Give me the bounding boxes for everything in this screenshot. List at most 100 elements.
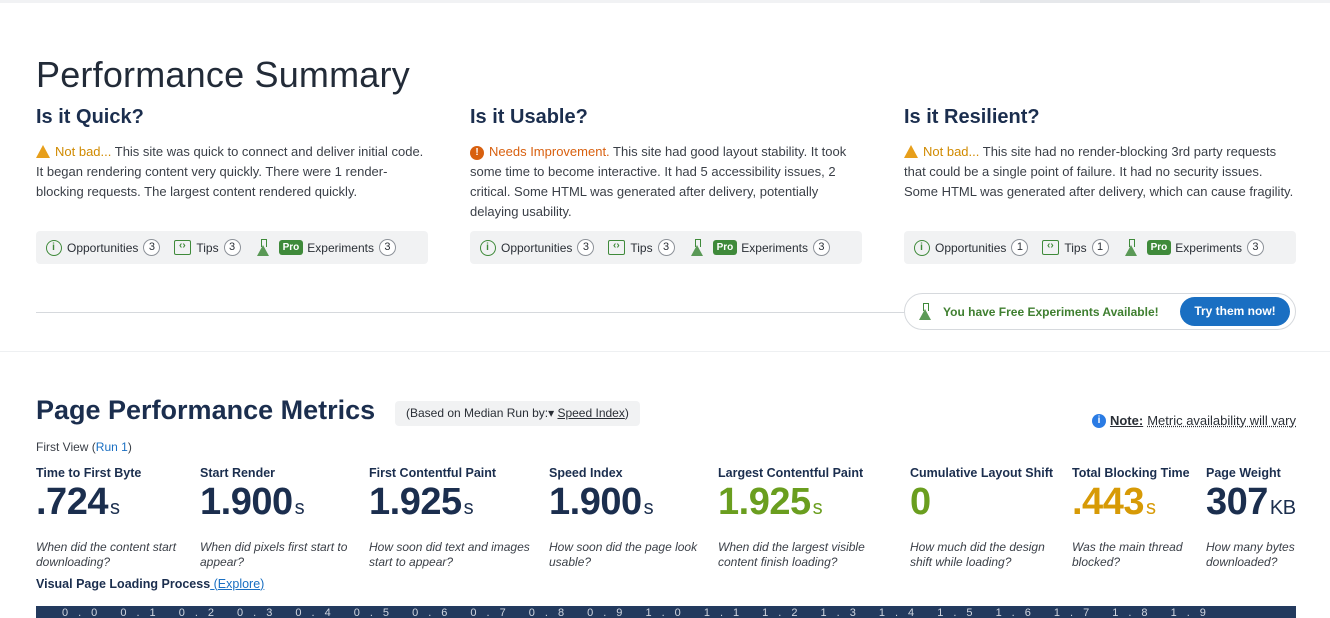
metric-unit: s <box>643 497 654 519</box>
metric-unit: s <box>812 497 823 519</box>
opportunities-button[interactable]: Opportunities 3 <box>480 239 595 256</box>
note-text[interactable]: Metric availability will vary <box>1147 413 1296 428</box>
metric-cls: Cumulative Layout Shift 0 How much did t… <box>910 466 1060 570</box>
metric-number: .724 <box>36 481 108 523</box>
tips-count: 3 <box>223 239 241 256</box>
metric-question: How many bytes downloaded? <box>1206 540 1295 569</box>
metric-value: 1.925 s <box>369 482 534 528</box>
visual-loading-title: Visual Page Loading Process (Explore) <box>36 577 264 591</box>
first-view-close: ) <box>127 440 132 454</box>
opportunities-button[interactable]: Opportunities 1 <box>914 239 1029 256</box>
visual-title-text: Visual Page Loading Process <box>36 577 211 591</box>
metric-label: Page Weight <box>1206 466 1281 480</box>
flask-icon <box>917 302 933 321</box>
metric-start-render: Start Render 1.900 s When did pixels firs… <box>200 466 355 570</box>
status-label: Not bad... <box>923 144 980 159</box>
metric-number: 1.900 <box>200 481 293 523</box>
page-title: Performance Summary <box>36 54 410 95</box>
warning-triangle-icon <box>904 145 918 158</box>
column-description: Not bad... This site was quick to connec… <box>36 142 428 228</box>
summary-column-resilient: Is it Resilient? Not bad... This site ha… <box>904 106 1296 264</box>
column-heading: Is it Resilient? <box>904 106 1040 128</box>
metric-value: 0 <box>910 482 1060 528</box>
metric-unit: s <box>109 497 120 519</box>
metric-question: Was the main thread blocked? <box>1072 540 1183 569</box>
filmstrip-timeline[interactable]: 0.0 0.1 0.2 0.3 0.4 0.5 0.6 0.7 0.8 0.9 … <box>36 606 1296 618</box>
pro-badge: Pro <box>278 240 304 255</box>
experiments-count: 3 <box>1246 239 1264 256</box>
warning-triangle-icon <box>36 145 50 158</box>
explore-close: ) <box>260 577 265 591</box>
metric-fcp: First Contentful Paint 1.925 s How soon d… <box>369 466 534 570</box>
top-border <box>0 0 1330 3</box>
summary-column-quick: Is it Quick? Not bad... This site was qu… <box>36 106 428 264</box>
metric-number: 1.925 <box>718 481 811 523</box>
flask-icon <box>1123 238 1139 257</box>
explore-open: ( <box>210 577 218 591</box>
experiments-label: Experiments <box>1175 240 1242 255</box>
metric-number: 307 <box>1206 481 1268 523</box>
top-tab-indicator <box>980 0 1200 3</box>
pro-badge: Pro <box>1146 240 1172 255</box>
metric-speed-index: Speed Index 1.900 s How soon did the page… <box>549 466 704 570</box>
metric-question: When did pixels first start to appear? <box>200 540 348 569</box>
status-label: Needs Improvement. <box>489 144 610 159</box>
flask-icon <box>255 238 271 257</box>
metric-tbt: Total Blocking Time .443 s Was the main t… <box>1072 466 1197 570</box>
metric-lcp: Largest Contentful Paint 1.925 s When did… <box>718 466 883 570</box>
info-icon: i <box>1091 413 1106 428</box>
flask-icon <box>689 238 705 257</box>
experiments-button[interactable]: Pro Experiments 3 <box>255 238 396 257</box>
opportunities-label: Opportunities <box>501 240 573 255</box>
opportunities-button[interactable]: Opportunities 3 <box>46 239 161 256</box>
opportunities-count: 3 <box>577 239 595 256</box>
code-box-icon <box>1042 240 1060 255</box>
run-link[interactable]: Run 1 <box>96 440 128 454</box>
metric-value: 1.900 s <box>549 482 704 528</box>
exclamation-circle-icon: ! <box>470 146 484 160</box>
pro-badge: Pro <box>712 240 738 255</box>
median-suffix: ) <box>624 406 629 420</box>
info-circle-icon <box>480 239 496 256</box>
experiments-button[interactable]: Pro Experiments 3 <box>689 238 830 257</box>
metric-question: How soon did the page look usable? <box>549 540 698 569</box>
explore-link[interactable]: Explore <box>218 577 260 591</box>
median-metric-link[interactable]: Speed Index <box>557 406 624 420</box>
median-run-selector[interactable]: (Based on Median Run by:▾ Speed Index) <box>395 401 640 426</box>
metric-question: How much did the design shift while load… <box>910 540 1045 569</box>
free-experiments-banner: You have Free Experiments Available! Try… <box>904 293 1296 330</box>
section-divider <box>36 312 906 313</box>
metrics-title: Page Performance Metrics <box>36 395 376 425</box>
metric-number: 1.900 <box>549 481 642 523</box>
column-heading: Is it Usable? <box>470 106 588 128</box>
try-them-now-button[interactable]: Try them now! <box>1180 297 1290 326</box>
tips-button[interactable]: Tips 3 <box>608 239 675 256</box>
first-view-label: First View (Run 1) <box>36 440 132 454</box>
metric-ttfb: Time to First Byte .724 s When did the co… <box>36 466 186 570</box>
metric-value: 1.900 s <box>200 482 355 528</box>
tips-label: Tips <box>630 240 653 255</box>
experiments-label: Experiments <box>741 240 808 255</box>
experiments-button[interactable]: Pro Experiments 3 <box>1123 238 1264 257</box>
tips-button[interactable]: Tips 3 <box>174 239 241 256</box>
metric-label: Speed Index <box>549 466 623 480</box>
experiments-count: 3 <box>812 239 830 256</box>
opportunities-count: 1 <box>1011 239 1029 256</box>
info-circle-icon <box>46 239 62 256</box>
metric-number: 0 <box>910 481 931 523</box>
metric-value: 307 KB <box>1206 482 1300 528</box>
column-toolbar: Opportunities 1 Tips 1 ProExperiments 3 <box>904 231 1296 264</box>
metric-number: 1.925 <box>369 481 462 523</box>
metric-label: First Contentful Paint <box>369 466 497 480</box>
metric-question: How soon did text and images start to ap… <box>369 540 530 569</box>
tips-count: 3 <box>657 239 675 256</box>
metric-label: Cumulative Layout Shift <box>910 466 1054 480</box>
tips-button[interactable]: Tips 1 <box>1042 239 1109 256</box>
experiments-count: 3 <box>378 239 396 256</box>
column-heading: Is it Quick? <box>36 106 144 128</box>
metric-question: When did the content start downloading? <box>36 540 177 569</box>
metric-availability-note: i Note: Metric availability will vary <box>1091 413 1296 428</box>
metric-value: .724 s <box>36 482 186 528</box>
metric-number: .443 <box>1072 481 1144 523</box>
opportunities-label: Opportunities <box>935 240 1007 255</box>
